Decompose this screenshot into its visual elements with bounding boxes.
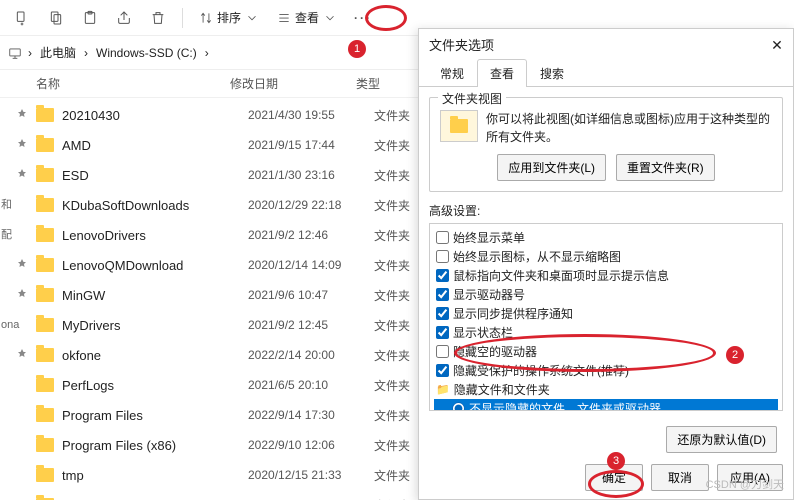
share-button[interactable] <box>110 4 138 32</box>
more-button[interactable]: ··· <box>349 4 377 32</box>
folder-icon <box>36 348 54 362</box>
file-name: okfone <box>62 348 248 363</box>
close-button[interactable]: ✕ <box>765 33 789 57</box>
advanced-settings-list[interactable]: 始终显示菜单始终显示图标，从不显示缩略图鼠标指向文件夹和桌面项时显示提示信息显示… <box>429 223 783 411</box>
adv-option[interactable]: 隐藏空的驱动器 <box>434 342 778 361</box>
folder-preview-icon <box>440 110 478 142</box>
apply-to-folders-button[interactable]: 应用到文件夹(L) <box>497 154 606 181</box>
file-date: 2022/2/14 20:00 <box>248 348 374 362</box>
file-name: MinGW <box>62 288 248 303</box>
adv-option[interactable]: 始终显示图标，从不显示缩略图 <box>434 247 778 266</box>
adv-option[interactable]: 显示状态栏 <box>434 323 778 342</box>
pin-icon <box>16 288 36 303</box>
file-name: ESD <box>62 168 248 183</box>
file-date: 2020/12/15 21:33 <box>248 468 374 482</box>
adv-option[interactable]: 隐藏受保护的操作系统文件(推荐) <box>434 361 778 380</box>
pin-icon <box>16 168 36 183</box>
adv-option[interactable]: 不显示隐藏的文件、文件夹或驱动器 <box>434 399 778 411</box>
file-date: 2021/9/6 10:47 <box>248 288 374 302</box>
folder-icon <box>36 438 54 452</box>
tab-2[interactable]: 搜索 <box>527 59 577 87</box>
folder-icon <box>36 198 54 212</box>
file-date: 2021/4/30 19:55 <box>248 108 374 122</box>
pin-icon <box>16 138 36 153</box>
pc-icon <box>8 46 22 60</box>
file-name: Program Files <box>62 408 248 423</box>
folder-icon <box>36 108 54 122</box>
folder-icon <box>36 378 54 392</box>
folder-icon <box>36 228 54 242</box>
file-date: 2021/1/30 23:16 <box>248 168 374 182</box>
watermark: CSDN @刀剑天 <box>706 476 784 492</box>
reset-folders-button[interactable]: 重置文件夹(R) <box>616 154 715 181</box>
file-date: 2021/6/5 20:10 <box>248 378 374 392</box>
folder-icon <box>36 258 54 272</box>
folder-icon <box>36 168 54 182</box>
adv-option[interactable]: 鼠标指向文件夹和桌面项时显示提示信息 <box>434 266 778 285</box>
dialog-title: 文件夹选项 <box>419 29 793 59</box>
advanced-label: 高级设置: <box>429 202 783 219</box>
group-legend: 文件夹视图 <box>438 90 506 107</box>
file-name: LenovoQMDownload <box>62 258 248 273</box>
adv-option[interactable]: 始终显示菜单 <box>434 228 778 247</box>
file-date: 2021/9/2 12:46 <box>248 228 374 242</box>
col-name[interactable]: 名称 <box>36 75 230 92</box>
folder-view-group: 文件夹视图 你可以将此视图(如详细信息或图标)应用于这种类型的所有文件夹。 应用… <box>429 97 783 192</box>
view-description: 你可以将此视图(如详细信息或图标)应用于这种类型的所有文件夹。 <box>486 110 772 146</box>
file-date: 2021/9/2 12:45 <box>248 318 374 332</box>
paste-button[interactable] <box>76 4 104 32</box>
crumb-drive[interactable]: Windows-SSD (C:) <box>94 46 199 60</box>
file-name: tmp <box>62 468 248 483</box>
restore-defaults-button[interactable]: 还原为默认值(D) <box>666 426 777 453</box>
tab-0[interactable]: 常规 <box>427 59 477 87</box>
crumb-root[interactable]: 此电脑 <box>38 44 78 61</box>
delete-button[interactable] <box>144 4 172 32</box>
view-dropdown[interactable]: 查看 <box>271 4 343 32</box>
ok-button[interactable]: 确定 <box>585 464 643 491</box>
sort-dropdown[interactable]: 排序 <box>193 4 265 32</box>
file-date: 2020/12/29 22:18 <box>248 198 374 212</box>
folder-icon <box>36 468 54 482</box>
dialog-tabs: 常规查看搜索 <box>419 59 793 87</box>
file-date: 2020/12/14 14:09 <box>248 258 374 272</box>
col-type[interactable]: 类型 <box>356 75 416 92</box>
file-name: AMD <box>62 138 248 153</box>
file-name: LenovoDrivers <box>62 228 248 243</box>
col-date[interactable]: 修改日期 <box>230 75 356 92</box>
folder-icon <box>36 138 54 152</box>
folder-icon <box>36 408 54 422</box>
adv-option[interactable]: 显示同步提供程序通知 <box>434 304 778 323</box>
adv-option[interactable]: 显示驱动器号 <box>434 285 778 304</box>
file-name: Program Files (x86) <box>62 438 248 453</box>
file-date: 2021/9/15 17:44 <box>248 138 374 152</box>
folder-icon <box>36 288 54 302</box>
pin-icon <box>16 108 36 123</box>
copy-button[interactable] <box>42 4 70 32</box>
file-name: MyDrivers <box>62 318 248 333</box>
cancel-button[interactable]: 取消 <box>651 464 709 491</box>
pin-icon <box>16 258 36 273</box>
adv-option[interactable]: 📁隐藏文件和文件夹 <box>434 380 778 399</box>
tab-1[interactable]: 查看 <box>477 59 527 87</box>
new-item-button[interactable] <box>8 4 36 32</box>
pin-icon <box>16 348 36 363</box>
file-name: 20210430 <box>62 108 248 123</box>
folder-icon <box>36 318 54 332</box>
file-name: PerfLogs <box>62 378 248 393</box>
file-date: 2022/9/10 12:06 <box>248 438 374 452</box>
sort-label: 排序 <box>217 9 241 26</box>
folder-options-dialog: 文件夹选项 ✕ 常规查看搜索 文件夹视图 你可以将此视图(如详细信息或图标)应用… <box>418 28 794 500</box>
file-name: KDubaSoftDownloads <box>62 198 248 213</box>
view-label: 查看 <box>295 9 319 26</box>
file-date: 2022/9/14 17:30 <box>248 408 374 422</box>
